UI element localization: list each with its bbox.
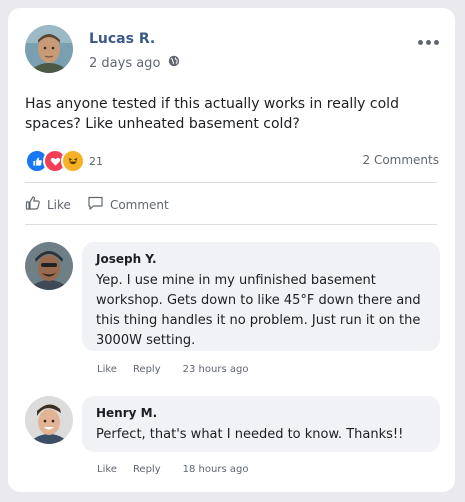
post-meta: 2 days ago bbox=[89, 55, 180, 71]
more-options-icon[interactable] bbox=[418, 40, 439, 45]
globe-icon bbox=[168, 55, 180, 71]
comment-reply-link[interactable]: Reply bbox=[133, 364, 161, 375]
comment-text: Perfect, that's what I needed to know. T… bbox=[96, 427, 404, 442]
comment-reply-link[interactable]: Reply bbox=[133, 464, 161, 475]
reaction-count: 21 bbox=[89, 154, 103, 168]
comments-count-link[interactable]: 2 Comments bbox=[363, 153, 440, 167]
like-label: Like bbox=[47, 197, 71, 212]
comment-text: Yep. I use mine in my unfinished basemen… bbox=[96, 273, 421, 348]
author-avatar[interactable] bbox=[25, 25, 73, 73]
post-actions: Like Comment bbox=[25, 195, 169, 214]
comment-actions: Like Reply 23 hours ago bbox=[97, 364, 248, 375]
commenter-avatar[interactable] bbox=[25, 396, 73, 444]
thumbs-up-icon bbox=[25, 195, 41, 214]
post-body: Has anyone tested if this actually works… bbox=[25, 96, 399, 132]
comment-author[interactable]: Henry M. bbox=[96, 406, 426, 420]
haha-icon bbox=[61, 149, 85, 173]
reactions-summary[interactable]: 21 bbox=[25, 149, 103, 173]
comment-timestamp[interactable]: 18 hours ago bbox=[183, 464, 249, 475]
comment-button[interactable]: Comment bbox=[87, 195, 169, 214]
comment-icon bbox=[87, 195, 104, 214]
comment-author[interactable]: Joseph Y. bbox=[96, 252, 426, 266]
comment-label: Comment bbox=[109, 197, 169, 212]
comment-like-link[interactable]: Like bbox=[97, 364, 117, 375]
post-card: Lucas R. 2 days ago Has anyone tested if… bbox=[8, 8, 455, 492]
post-timestamp[interactable]: 2 days ago bbox=[89, 56, 160, 71]
author-name[interactable]: Lucas R. bbox=[89, 31, 155, 47]
like-button[interactable]: Like bbox=[25, 195, 71, 214]
comment-timestamp[interactable]: 23 hours ago bbox=[183, 364, 249, 375]
comment-bubble: Henry M. Perfect, that's what I needed t… bbox=[82, 396, 440, 452]
divider bbox=[25, 224, 437, 225]
comment-bubble: Joseph Y. Yep. I use mine in my unfinish… bbox=[82, 242, 440, 351]
commenter-avatar[interactable] bbox=[25, 242, 73, 290]
comment-actions: Like Reply 18 hours ago bbox=[97, 464, 248, 475]
divider bbox=[25, 182, 437, 183]
comment-like-link[interactable]: Like bbox=[97, 464, 117, 475]
